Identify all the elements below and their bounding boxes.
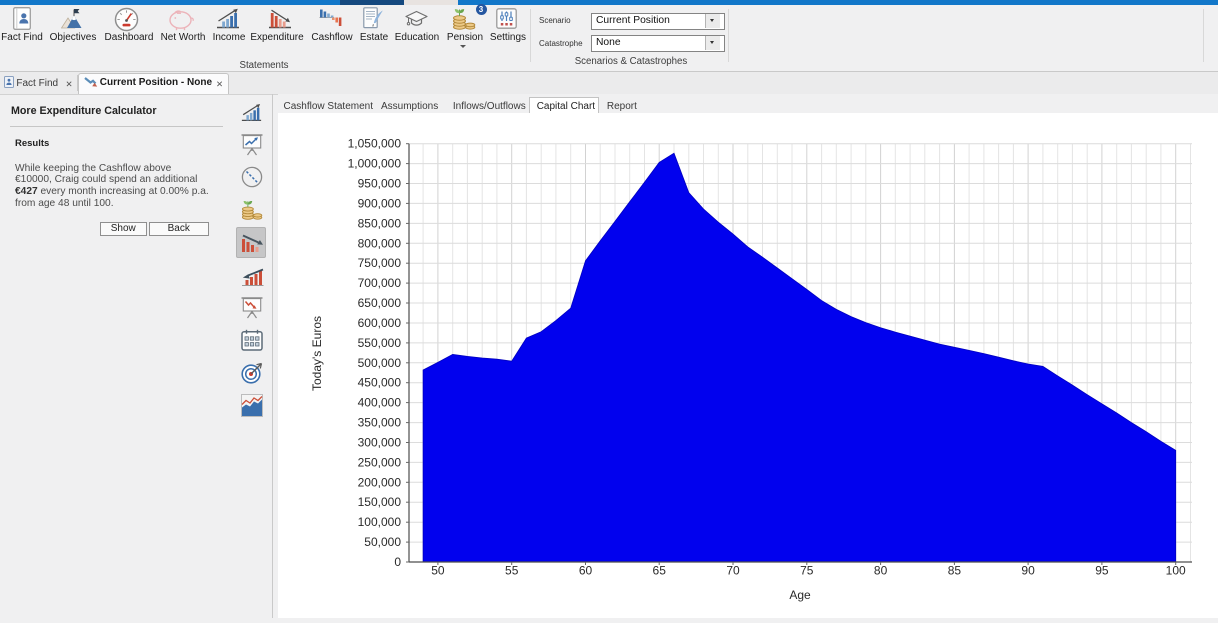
svg-text:850,000: 850,000 bbox=[358, 216, 402, 230]
svg-text:50,000: 50,000 bbox=[364, 535, 401, 549]
svg-text:1,050,000: 1,050,000 bbox=[348, 137, 402, 151]
svg-text:60: 60 bbox=[579, 564, 593, 578]
svg-text:50: 50 bbox=[431, 564, 445, 578]
svg-text:150,000: 150,000 bbox=[358, 495, 402, 509]
svg-text:55: 55 bbox=[505, 564, 519, 578]
svg-text:90: 90 bbox=[1021, 564, 1035, 578]
svg-text:650,000: 650,000 bbox=[358, 296, 402, 310]
svg-text:200,000: 200,000 bbox=[358, 475, 402, 489]
svg-text:70: 70 bbox=[726, 564, 740, 578]
svg-text:80: 80 bbox=[874, 564, 888, 578]
svg-text:450,000: 450,000 bbox=[358, 376, 402, 390]
svg-text:700,000: 700,000 bbox=[358, 276, 402, 290]
svg-text:300,000: 300,000 bbox=[358, 436, 402, 450]
svg-text:800,000: 800,000 bbox=[358, 236, 402, 250]
svg-text:95: 95 bbox=[1095, 564, 1109, 578]
svg-text:900,000: 900,000 bbox=[358, 196, 402, 210]
svg-text:1,000,000: 1,000,000 bbox=[348, 157, 402, 171]
svg-text:100: 100 bbox=[1166, 564, 1186, 578]
svg-text:750,000: 750,000 bbox=[358, 256, 402, 270]
svg-text:85: 85 bbox=[948, 564, 962, 578]
svg-text:250,000: 250,000 bbox=[358, 455, 402, 469]
svg-text:Today's Euros: Today's Euros bbox=[310, 316, 324, 391]
svg-text:100,000: 100,000 bbox=[358, 515, 402, 529]
svg-text:500,000: 500,000 bbox=[358, 356, 402, 370]
svg-text:Age: Age bbox=[789, 588, 811, 602]
svg-text:75: 75 bbox=[800, 564, 814, 578]
svg-text:400,000: 400,000 bbox=[358, 396, 402, 410]
svg-text:950,000: 950,000 bbox=[358, 177, 402, 191]
svg-text:350,000: 350,000 bbox=[358, 416, 402, 430]
svg-text:0: 0 bbox=[394, 555, 401, 569]
svg-text:600,000: 600,000 bbox=[358, 316, 402, 330]
svg-text:65: 65 bbox=[653, 564, 667, 578]
svg-text:550,000: 550,000 bbox=[358, 336, 402, 350]
